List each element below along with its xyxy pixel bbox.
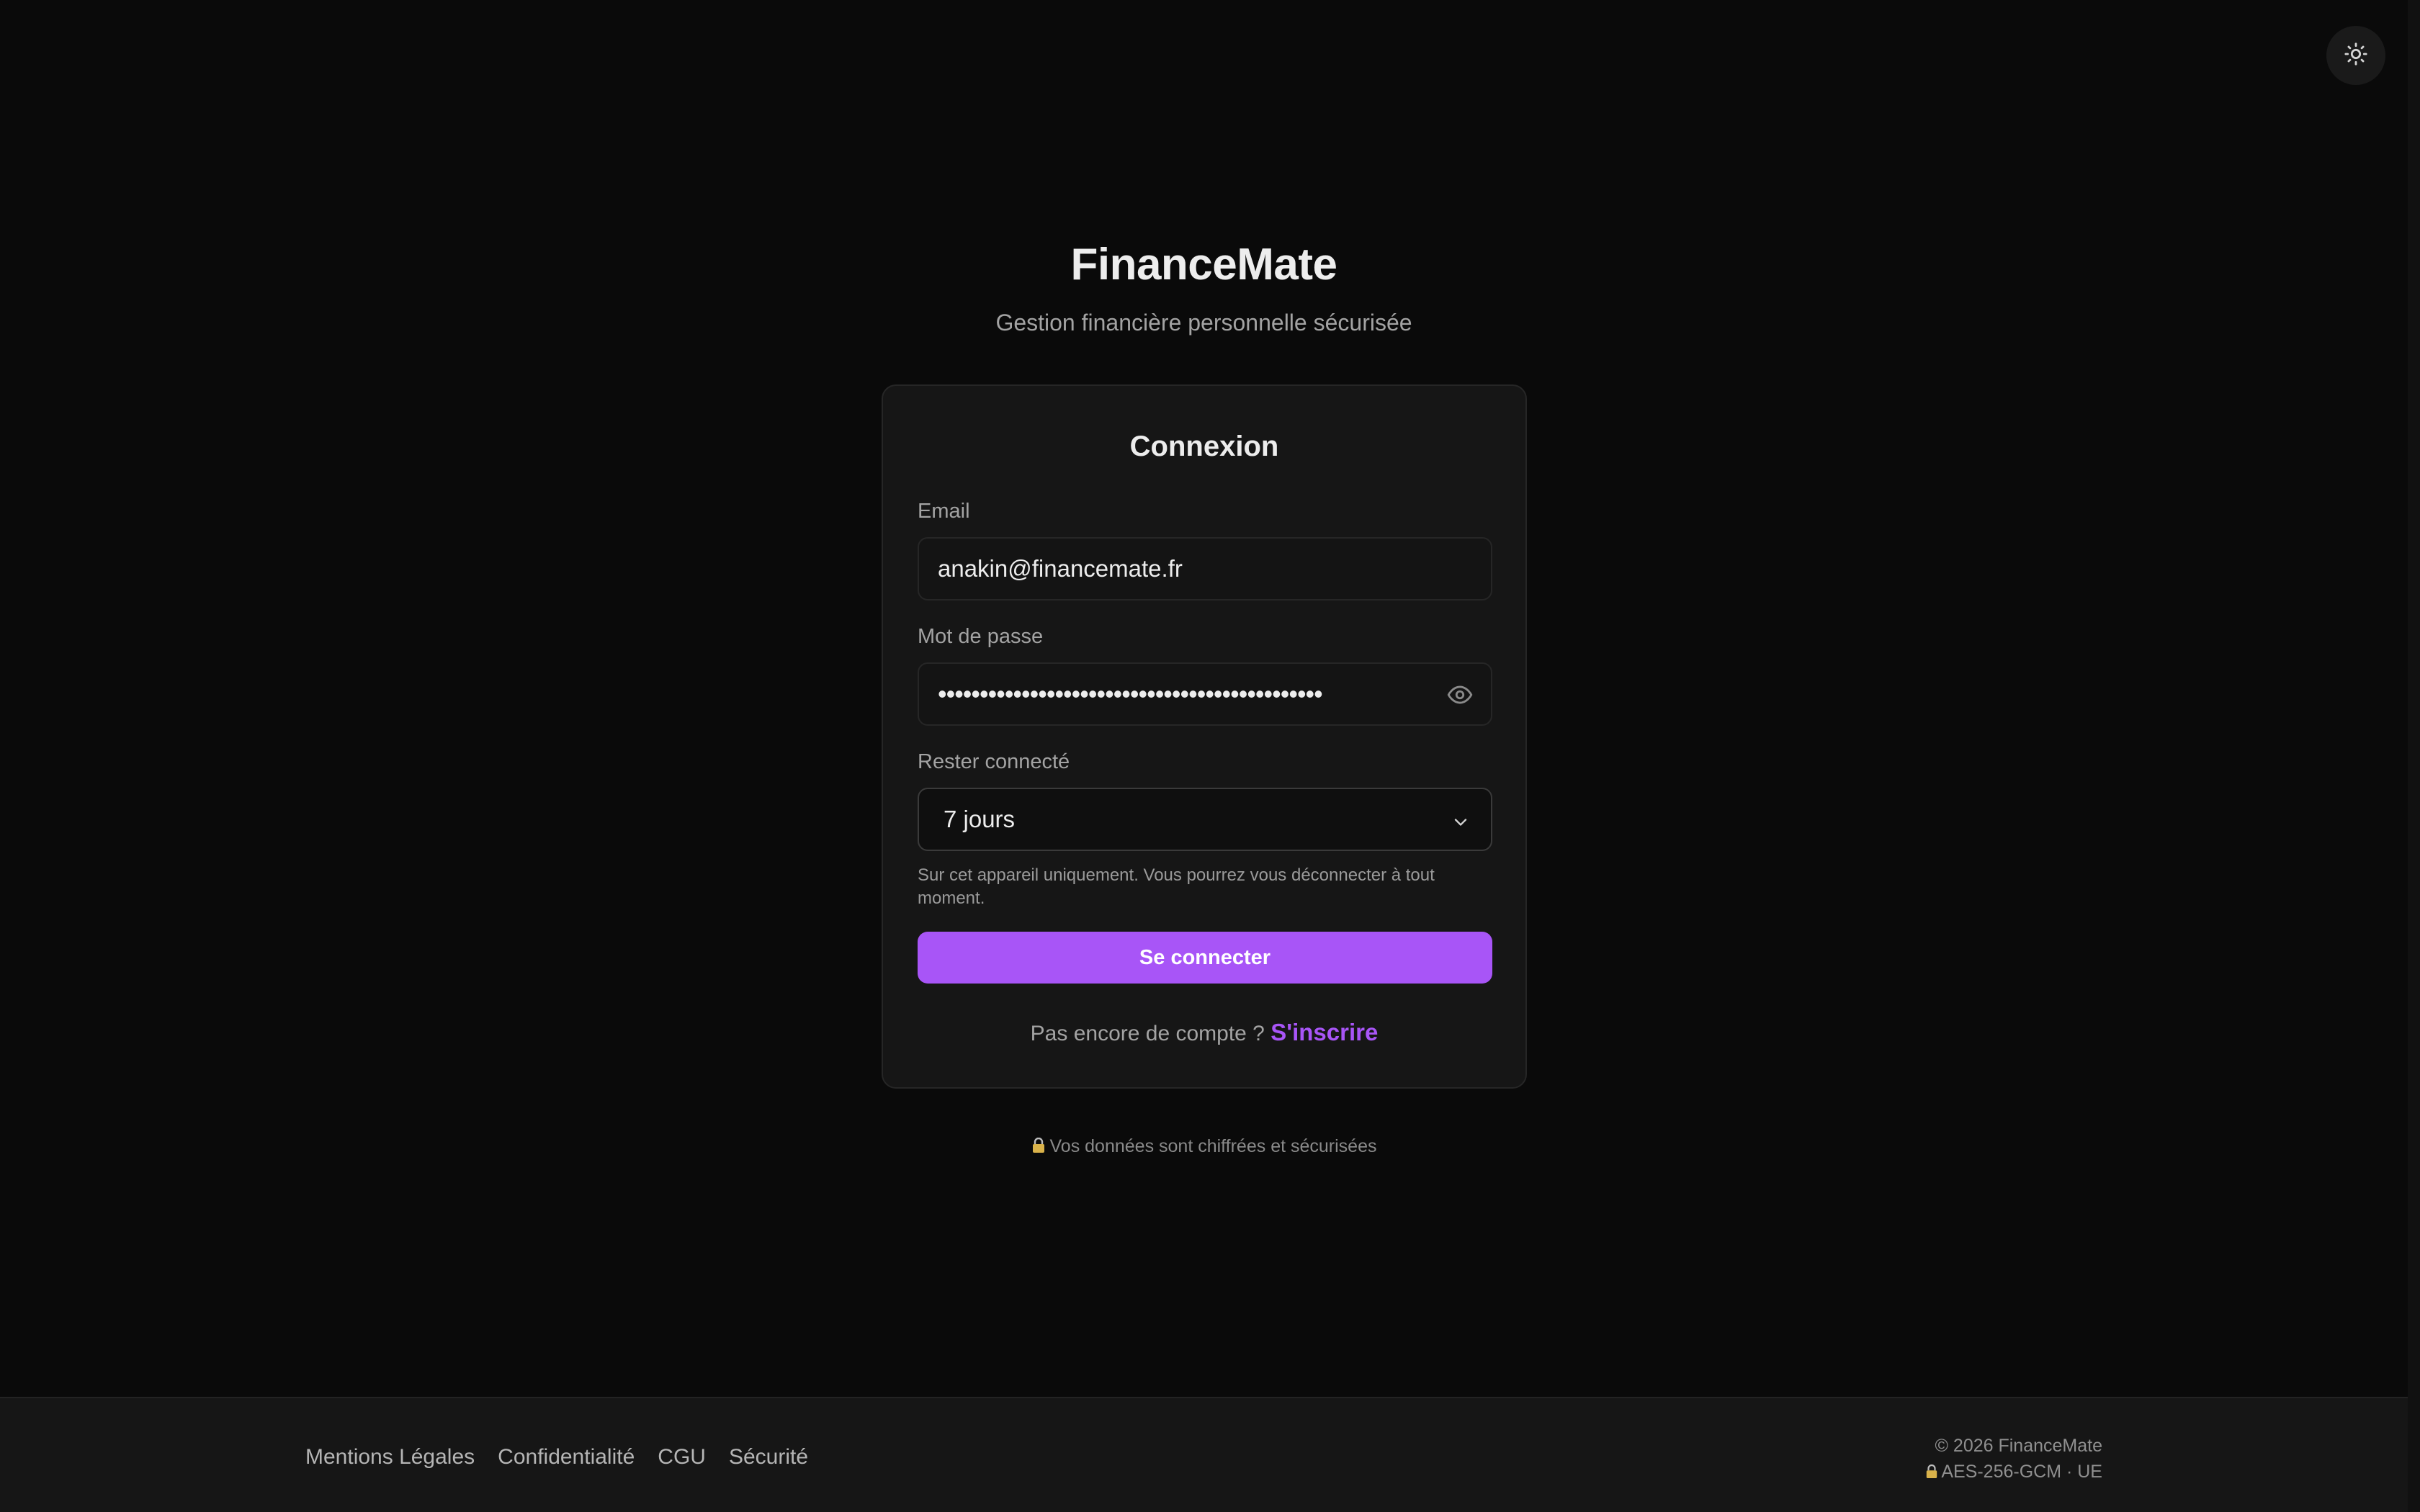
security-note: Vos données sont chiffrées et sécurisées (0, 1135, 2408, 1159)
footer-link-cgu[interactable]: CGU (658, 1443, 706, 1472)
security-note-text: Vos données sont chiffrées et sécurisées (1049, 1136, 1377, 1156)
password-field[interactable]: ••••••••••••••••••••••••••••••••••••••••… (918, 662, 1492, 726)
app-title: FinanceMate (1070, 240, 1337, 289)
brand-header: FinanceMate Gestion financière personnel… (0, 236, 2408, 337)
sun-icon (2344, 42, 2368, 70)
signup-row: Pas encore de compte ? S'inscrire (883, 1018, 1525, 1048)
login-title: Connexion (1129, 431, 1279, 462)
encryption-info: AES-256-GCM · UE (1925, 1459, 2102, 1486)
footer-link-confidentialite[interactable]: Confidentialité (498, 1443, 635, 1472)
signup-prompt: Pas encore de compte ? (1030, 1022, 1265, 1045)
footer-meta: © 2026 FinanceMate AES-256-GCM · UE (1925, 1433, 2102, 1486)
remember-label: Rester connecté (918, 750, 1070, 773)
signup-link[interactable]: S'inscrire (1270, 1019, 1378, 1045)
eye-icon[interactable] (1443, 678, 1476, 711)
footer-link-mentions-legales[interactable]: Mentions Légales (305, 1443, 475, 1472)
footer-link-securite[interactable]: Sécurité (729, 1443, 808, 1472)
theme-toggle-button[interactable] (2326, 26, 2385, 85)
chevron-down-icon (1451, 811, 1471, 831)
password-value: ••••••••••••••••••••••••••••••••••••••••… (938, 681, 1323, 707)
encryption-text: AES-256-GCM · UE (1941, 1462, 2102, 1482)
email-field[interactable]: anakin@financemate.fr (918, 537, 1492, 600)
login-card: Connexion Email anakin@financemate.fr Mo… (882, 384, 1527, 1089)
password-label: Mot de passe (918, 625, 1044, 648)
remember-selected-value: 7 jours (944, 806, 1016, 832)
email-label: Email (918, 500, 970, 523)
footer-links: Mentions Légales Confidentialité CGU Séc… (305, 1443, 808, 1472)
lock-icon (1925, 1460, 1938, 1486)
lock-icon (1031, 1136, 1046, 1159)
app-subtitle: Gestion financière personnelle sécurisée (995, 310, 1412, 336)
remember-hint: Sur cet appareil uniquement. Vous pourre… (918, 865, 1435, 908)
remember-duration-select[interactable]: 7 jours (918, 788, 1492, 851)
email-value: anakin@financemate.fr (938, 555, 1183, 582)
login-page: FinanceMate Gestion financière personnel… (0, 0, 2420, 1512)
footer: Mentions Légales Confidentialité CGU Séc… (0, 1397, 2408, 1512)
copyright: © 2026 FinanceMate (1935, 1436, 2102, 1456)
login-button[interactable]: Se connecter (918, 932, 1492, 984)
page-scrollbar[interactable] (2408, 0, 2420, 1512)
